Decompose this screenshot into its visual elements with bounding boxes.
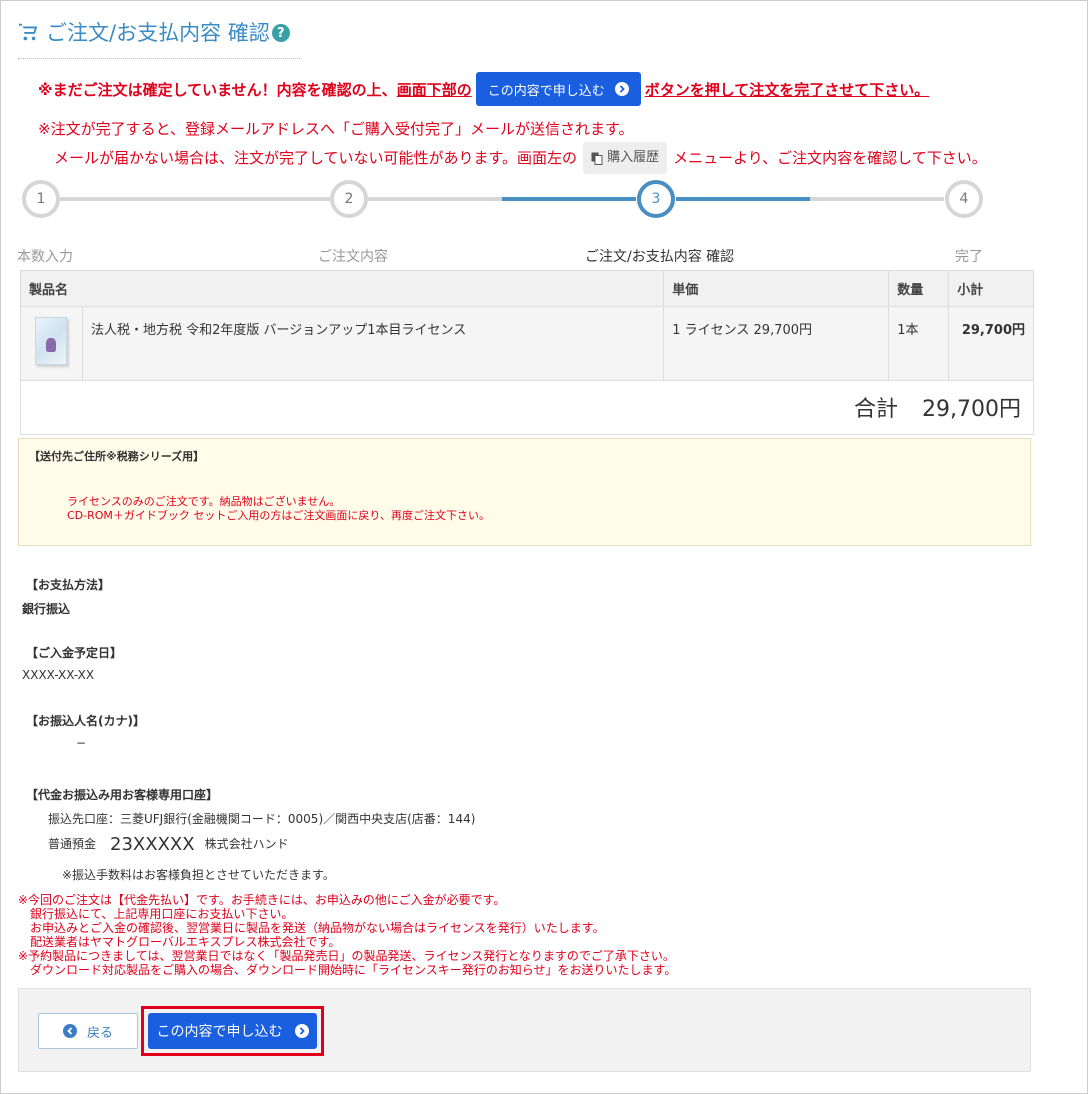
product-price: 1 ライセンス 29,700円 — [663, 306, 890, 381]
product-image-cell — [20, 306, 83, 381]
chevron-right-circle-icon — [294, 1024, 309, 1038]
inline-submit-button-illustration: この内容で申し込む — [475, 72, 641, 106]
copy-icon — [591, 152, 603, 165]
total-row: 合計 29,700円 — [20, 379, 1034, 435]
warning-unconfirmed: ※まだご注文は確定していません！内容を確認の上、 画面下部の この内容で申し込む… — [38, 72, 929, 106]
order-notes: ※今回のご注文は【代金先払い】です。お手続きには、お申込みの他にご入金が必要です… — [18, 893, 676, 977]
step-label-2: ご注文内容 — [318, 249, 388, 265]
shipping-address-box: 【送付先ご住所※税務シリーズ用】 ライセンスのみのご注文です。納品物はございませ… — [18, 438, 1031, 546]
warning-info-line2-b: メニューより、ご注文内容を確認して下さい。 — [673, 149, 987, 167]
step-label-3: ご注文/お支払内容 確認 — [585, 249, 735, 265]
title-divider — [18, 58, 300, 59]
warning-info-line2: メールが届かない場合は、注文が完了していない可能性があります。画面左の 購入履歴… — [38, 142, 987, 174]
purchase-history-badge: 購入履歴 — [583, 142, 668, 174]
step-connector-3a — [676, 197, 810, 201]
bank-account-line: 振込先口座：三菱UFJ銀行(金融機関コード：0005)／関西中央支店(店番：14… — [48, 812, 476, 826]
note-line: 配送業者はヤマトグローバルエキスプレス株式会社です。 — [30, 935, 341, 949]
account-heading: 【代金お振込み用お客様専用口座】 — [26, 788, 219, 802]
note-line: お申込みとご入金の確認後、翌営業日に製品を発送（納品物がない場合はライセンスを発… — [30, 921, 605, 935]
step-connector-2b — [502, 197, 636, 201]
note-line: ※予約製品につきましては、翌営業日ではなく「製品発売日」の製品発送、ライセンス発… — [18, 949, 675, 963]
submit-button-label: この内容で申し込む — [156, 1024, 283, 1040]
warning-part3: ボタンを押して注文を完了させて下さい。 — [644, 80, 930, 99]
inline-submit-label: この内容で申し込む — [487, 83, 605, 99]
back-button-label: 戻る — [86, 1025, 113, 1041]
note-line: 銀行振込にて、上記専用口座にお支払い下さい。 — [30, 907, 294, 921]
note-line: ※今回のご注文は【代金先払い】です。お手続きには、お申込みの他にご入金が必要です… — [18, 893, 506, 907]
col-header-qty: 数量 — [888, 270, 950, 307]
table-row: 法人税・地方税 令和2年度版 バージョンアップ1本目ライセンス 1 ライセンス … — [20, 306, 1034, 381]
step-label-4: 完了 — [955, 249, 983, 265]
shipping-message-line1: ライセンスのみのご注文です。納品物はございません。 — [67, 495, 341, 508]
step-circle-1: 1 — [22, 180, 60, 218]
step-label-1: 本数入力 — [17, 249, 73, 265]
account-number: 23XXXXX — [110, 834, 195, 855]
warning-info: ※注文が完了すると、登録メールアドレスへ「ご購入受付完了」メールが送信されます。… — [38, 116, 987, 174]
warning-info-line1: ※注文が完了すると、登録メールアドレスへ「ご購入受付完了」メールが送信されます。 — [38, 120, 634, 138]
total-value: 29,700円 — [922, 396, 1021, 422]
step-circle-2: 2 — [330, 180, 368, 218]
submit-highlight-frame: この内容で申し込む — [141, 1006, 324, 1056]
purchase-history-label: 購入履歴 — [607, 150, 660, 165]
back-button[interactable]: 戻る — [38, 1013, 138, 1049]
shipping-message-line2: CD-ROM＋ガイドブック セットご入用の方はご注文画面に戻り、再度ご注文下さい… — [67, 509, 490, 522]
payer-name-value: − — [76, 736, 87, 750]
product-box-image — [35, 317, 67, 365]
col-header-name: 製品名 — [19, 270, 665, 307]
step-circle-3: 3 — [637, 180, 675, 218]
step-connector-2a — [368, 197, 502, 201]
payment-method-value: 銀行振込 — [22, 602, 71, 616]
warning-part1: ※まだご注文は確定していません！内容を確認の上、 — [38, 80, 397, 99]
table-header-row: 製品名 単価 数量 小計 — [19, 270, 1034, 307]
page-title-text: ご注文/お支払内容 確認 — [46, 21, 270, 45]
action-bar: 戻る この内容で申し込む — [18, 988, 1031, 1072]
account-detail-line: 普通預金 23XXXXX 株式会社ハンド — [48, 834, 289, 855]
warning-info-line2-a: メールが届かない場合は、注文が完了していない可能性があります。画面左の — [54, 149, 578, 167]
submit-order-button[interactable]: この内容で申し込む — [148, 1013, 317, 1049]
product-subtotal: 29,700円 — [948, 306, 1034, 381]
page-title: ご注文/お支払内容 確認 ? — [18, 16, 290, 48]
shipping-heading: 【送付先ご住所※税務シリーズ用】 — [29, 450, 205, 463]
account-type: 普通預金 — [48, 837, 97, 851]
payment-date-value: XXXX-XX-XX — [22, 668, 95, 682]
note-line: ダウンロード対応製品をご購入の場合、ダウンロード開始時に「ライセンスキー発行のお… — [30, 963, 677, 977]
account-holder: 株式会社ハンド — [204, 837, 289, 851]
col-header-price: 単価 — [663, 270, 890, 307]
chevron-right-circle-icon — [614, 82, 629, 96]
product-qty: 1本 — [888, 306, 950, 381]
total-label: 合計 — [854, 396, 899, 422]
chevron-left-circle-icon — [62, 1024, 77, 1038]
warning-part2: 画面下部の — [396, 80, 472, 99]
order-table: 製品名 単価 数量 小計 法人税・地方税 令和2年度版 バージョンアップ1本目ラ… — [19, 270, 1034, 381]
payment-date-heading: 【ご入金予定日】 — [26, 646, 123, 660]
shipping-message: ライセンスのみのご注文です。納品物はございません。 CD-ROM＋ガイドブック … — [67, 495, 490, 523]
product-name: 法人税・地方税 令和2年度版 バージョンアップ1本目ライセンス — [81, 306, 665, 381]
help-icon[interactable]: ? — [271, 24, 290, 42]
payment-method-heading: 【お支払方法】 — [26, 578, 111, 592]
progress-steps: 1 2 3 4 本数入力 ご注文内容 ご注文/お支払内容 確認 完了 — [0, 178, 1088, 268]
step-circle-4: 4 — [945, 180, 983, 218]
step-connector-3b — [810, 197, 944, 201]
col-header-subtotal: 小計 — [948, 270, 1034, 307]
transfer-fee-note: ※振込手数料はお客様負担とさせていただきます。 — [62, 868, 335, 882]
cart-icon — [18, 23, 38, 41]
payer-name-heading: 【お振込人名(カナ)】 — [26, 714, 145, 728]
step-connector-1 — [60, 197, 330, 201]
